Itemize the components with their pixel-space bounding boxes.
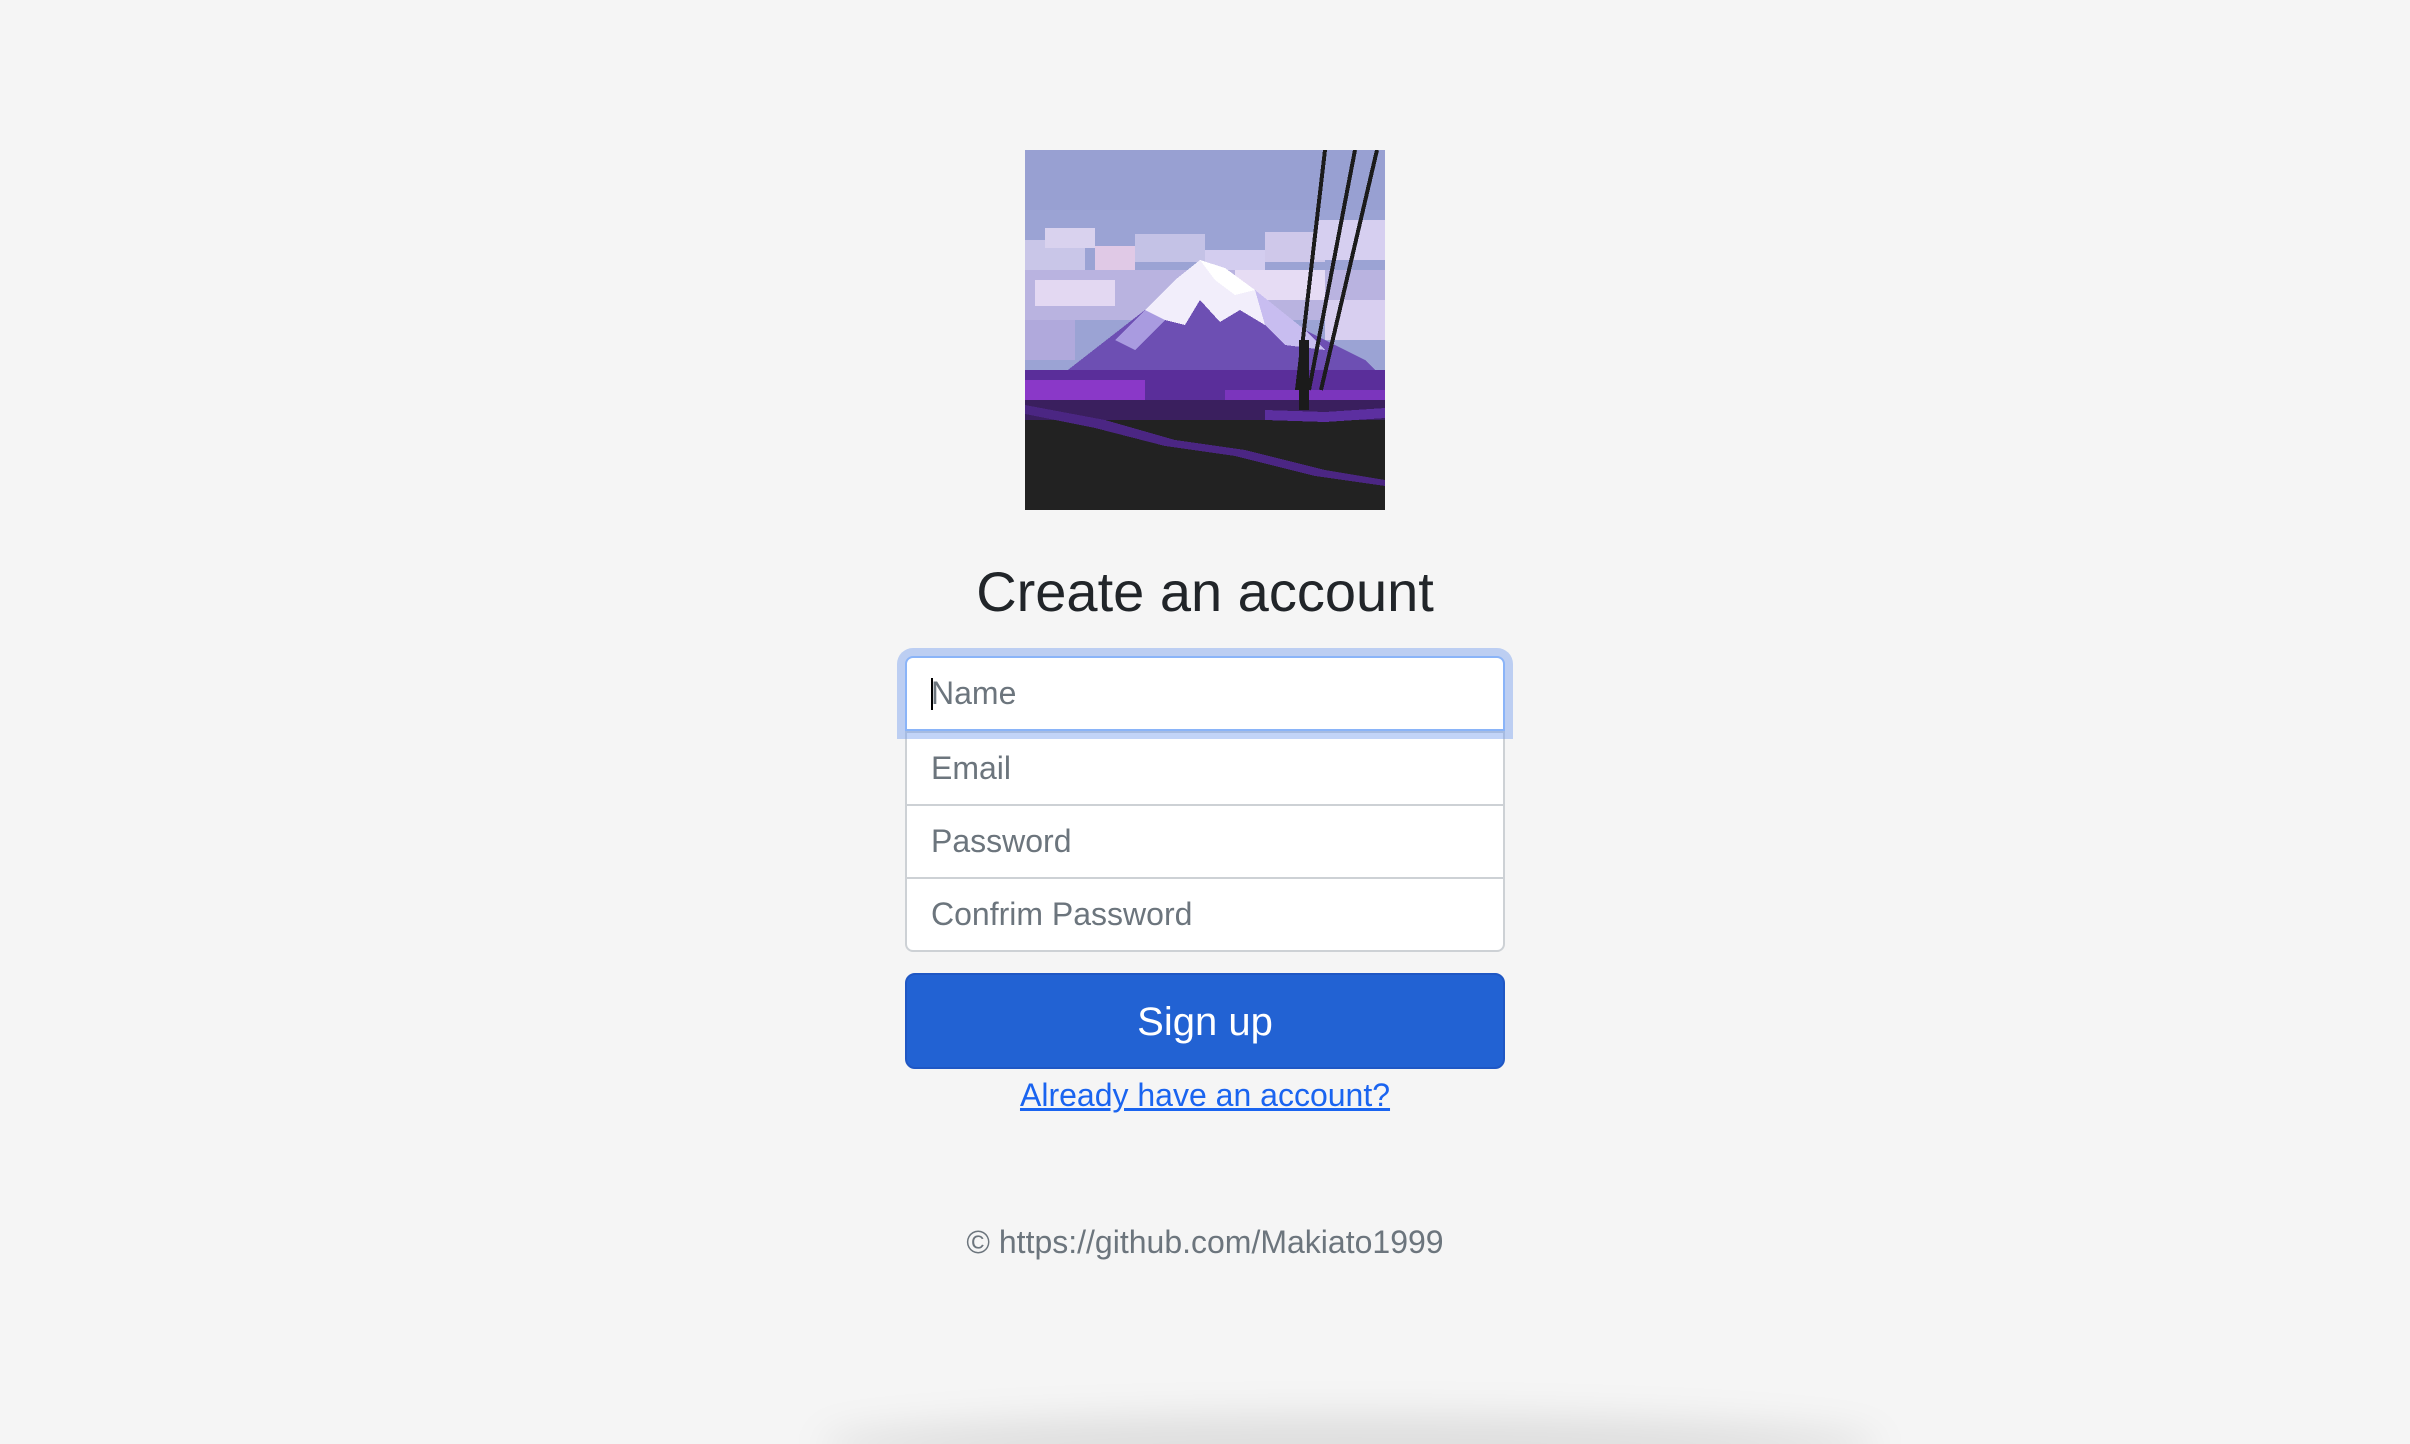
signup-page: Create an account Sign up Already have a…: [0, 0, 2410, 1444]
footer-copyright: © https://github.com/Makiato1999: [966, 1224, 1444, 1260]
page-title: Create an account: [976, 560, 1434, 623]
email-input[interactable]: [905, 731, 1505, 806]
confirm-password-input[interactable]: [905, 877, 1505, 952]
name-input[interactable]: [905, 656, 1505, 731]
text-caret: [931, 678, 933, 710]
sign-up-button[interactable]: Sign up: [905, 973, 1505, 1069]
signup-form: Sign up Already have an account?: [905, 656, 1505, 1115]
mountain-landscape-icon: [1025, 150, 1385, 510]
login-link[interactable]: Already have an account?: [905, 1075, 1505, 1115]
logo-image: [1025, 150, 1385, 510]
bottom-shadow-decoration: [820, 1415, 1880, 1444]
password-input[interactable]: [905, 804, 1505, 879]
